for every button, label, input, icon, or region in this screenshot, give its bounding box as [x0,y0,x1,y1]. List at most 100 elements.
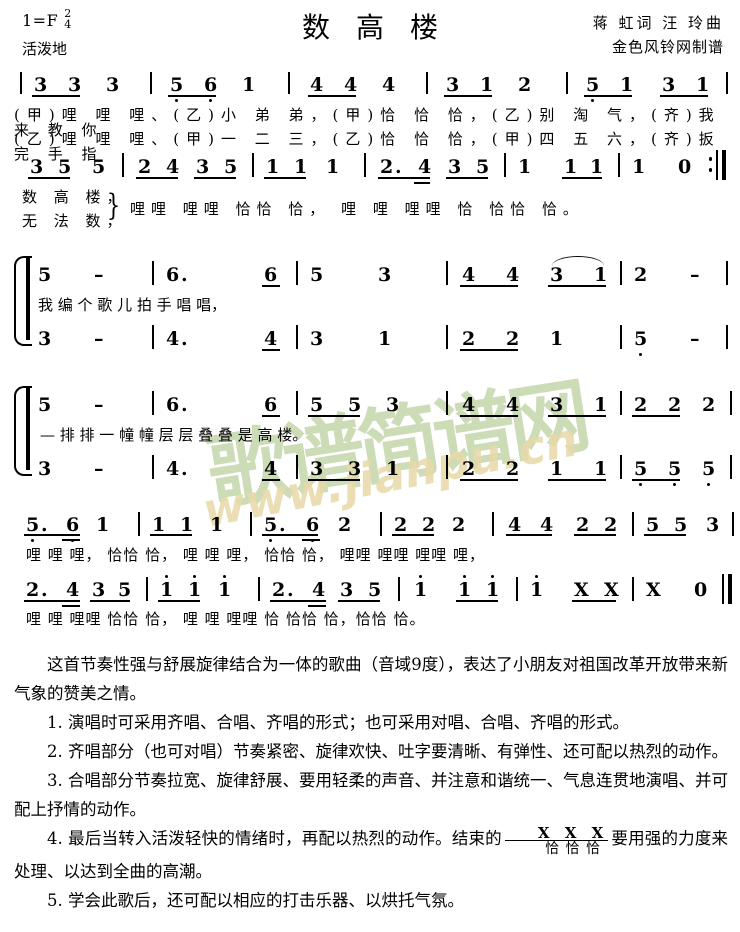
final-thin-bar [722,574,724,604]
beam [264,177,306,179]
note-upper: 3 [550,264,564,286]
note: 1 [96,514,110,536]
sustain-dash: – [94,458,104,480]
lyric-line: 哩哩 哩哩 恰恰 恰， 哩 哩 哩哩 恰 恰恰 恰。 [130,200,584,218]
note: 5 [26,516,39,542]
repeat-thin-bar [716,150,718,180]
note-percussion: X [604,579,619,601]
barline [250,512,252,536]
note-upper: 5 [310,394,324,416]
note: 0 [694,579,708,601]
note-upper: 4 [462,264,476,286]
beam [150,534,192,536]
barline [296,391,298,415]
note: 4 [166,156,180,178]
beam [444,95,492,97]
sustain-dash: – [94,264,104,286]
system-bracket [14,386,32,476]
augmentation-dot: . [395,156,402,178]
octave-dot-high [535,575,539,578]
barline [138,512,140,536]
note-upper: 4 [506,394,520,416]
note: 3 [92,579,106,601]
octave-dot-low [31,539,35,542]
inline-percussion-figure: X X X恰 恰 恰 [504,826,609,857]
note-upper: 3 [378,264,392,286]
barline [152,455,154,479]
barline [446,261,448,285]
note-lower: 4 [166,458,180,480]
note: 3 [340,579,354,601]
beam [136,177,178,179]
note: 1 [160,575,173,600]
repeat-dot [708,168,712,172]
system-bracket [14,256,32,346]
barline [296,455,298,479]
barline [296,261,298,285]
beam [460,479,518,481]
credit-lyricist-composer: 蒋 虹词 汪 玲曲 [592,14,724,32]
octave-dot-high [463,575,467,578]
barline [632,512,634,536]
note-upper: 1 [594,394,608,416]
note: 6 [204,76,217,102]
beam [460,285,518,287]
note: 5 [368,579,382,601]
note: 1 [414,575,427,600]
sustain-dash: – [94,328,104,350]
note-lower: 4 [264,458,278,480]
note-lower: 3 [38,328,52,350]
note: 3 [196,156,210,178]
note-percussion: X [646,579,661,601]
note: 3 [34,74,48,96]
barline [620,391,622,415]
note-lower: 1 [550,328,564,350]
note-upper: 2 [634,264,648,286]
beam [262,479,280,481]
barline [504,153,506,177]
note-lower: 1 [594,458,608,480]
note-lower: 4 [264,328,278,350]
barline [618,153,620,177]
beam [24,534,80,536]
repeat-dot [708,157,712,161]
lyric-line: 我 编 个 歌 儿 拍 手 唱 唱， [38,296,227,314]
barline [492,512,494,536]
note: 6 [306,516,319,542]
beam [584,95,632,97]
note: 1 [620,74,634,96]
note-lower: 2 [462,328,476,350]
note: 2 [576,514,590,536]
octave-dot-low [175,99,179,102]
barline [364,153,366,177]
note-upper: 5 [310,264,324,286]
note-lower: 2 [506,458,520,480]
beam [572,600,616,602]
augmentation-dot: . [181,328,188,350]
note: 1 [294,156,308,178]
credit-engraver: 金色风铃网制谱 [611,38,724,56]
note: 4 [344,74,358,96]
note-upper: 5 [38,264,52,286]
note: 4 [312,579,326,601]
note: 3 [446,74,460,96]
repeat-end-barline [700,150,726,180]
final-thick-bar [728,574,732,604]
note: 2 [272,579,286,601]
barline [258,577,260,601]
note-lower: 2 [462,458,476,480]
note: 1 [180,514,194,536]
barline [152,325,154,349]
augmentation-dot: . [287,579,294,601]
performance-notes: 这首节奏性强与舒展旋律结合为一体的歌曲（音域9度），表达了小朋友对祖国改革开放带… [14,650,728,915]
augmentation-dot: . [279,514,286,536]
octave-dot-high [223,575,227,578]
note: 5 [476,156,490,178]
note-percussion: X [574,579,589,601]
note-lower: 3 [310,458,324,480]
percussion-lyric-row: 恰 恰 恰 [545,841,601,857]
barline [252,153,254,177]
beam [378,177,430,179]
beam [338,600,380,602]
beam [308,95,356,97]
